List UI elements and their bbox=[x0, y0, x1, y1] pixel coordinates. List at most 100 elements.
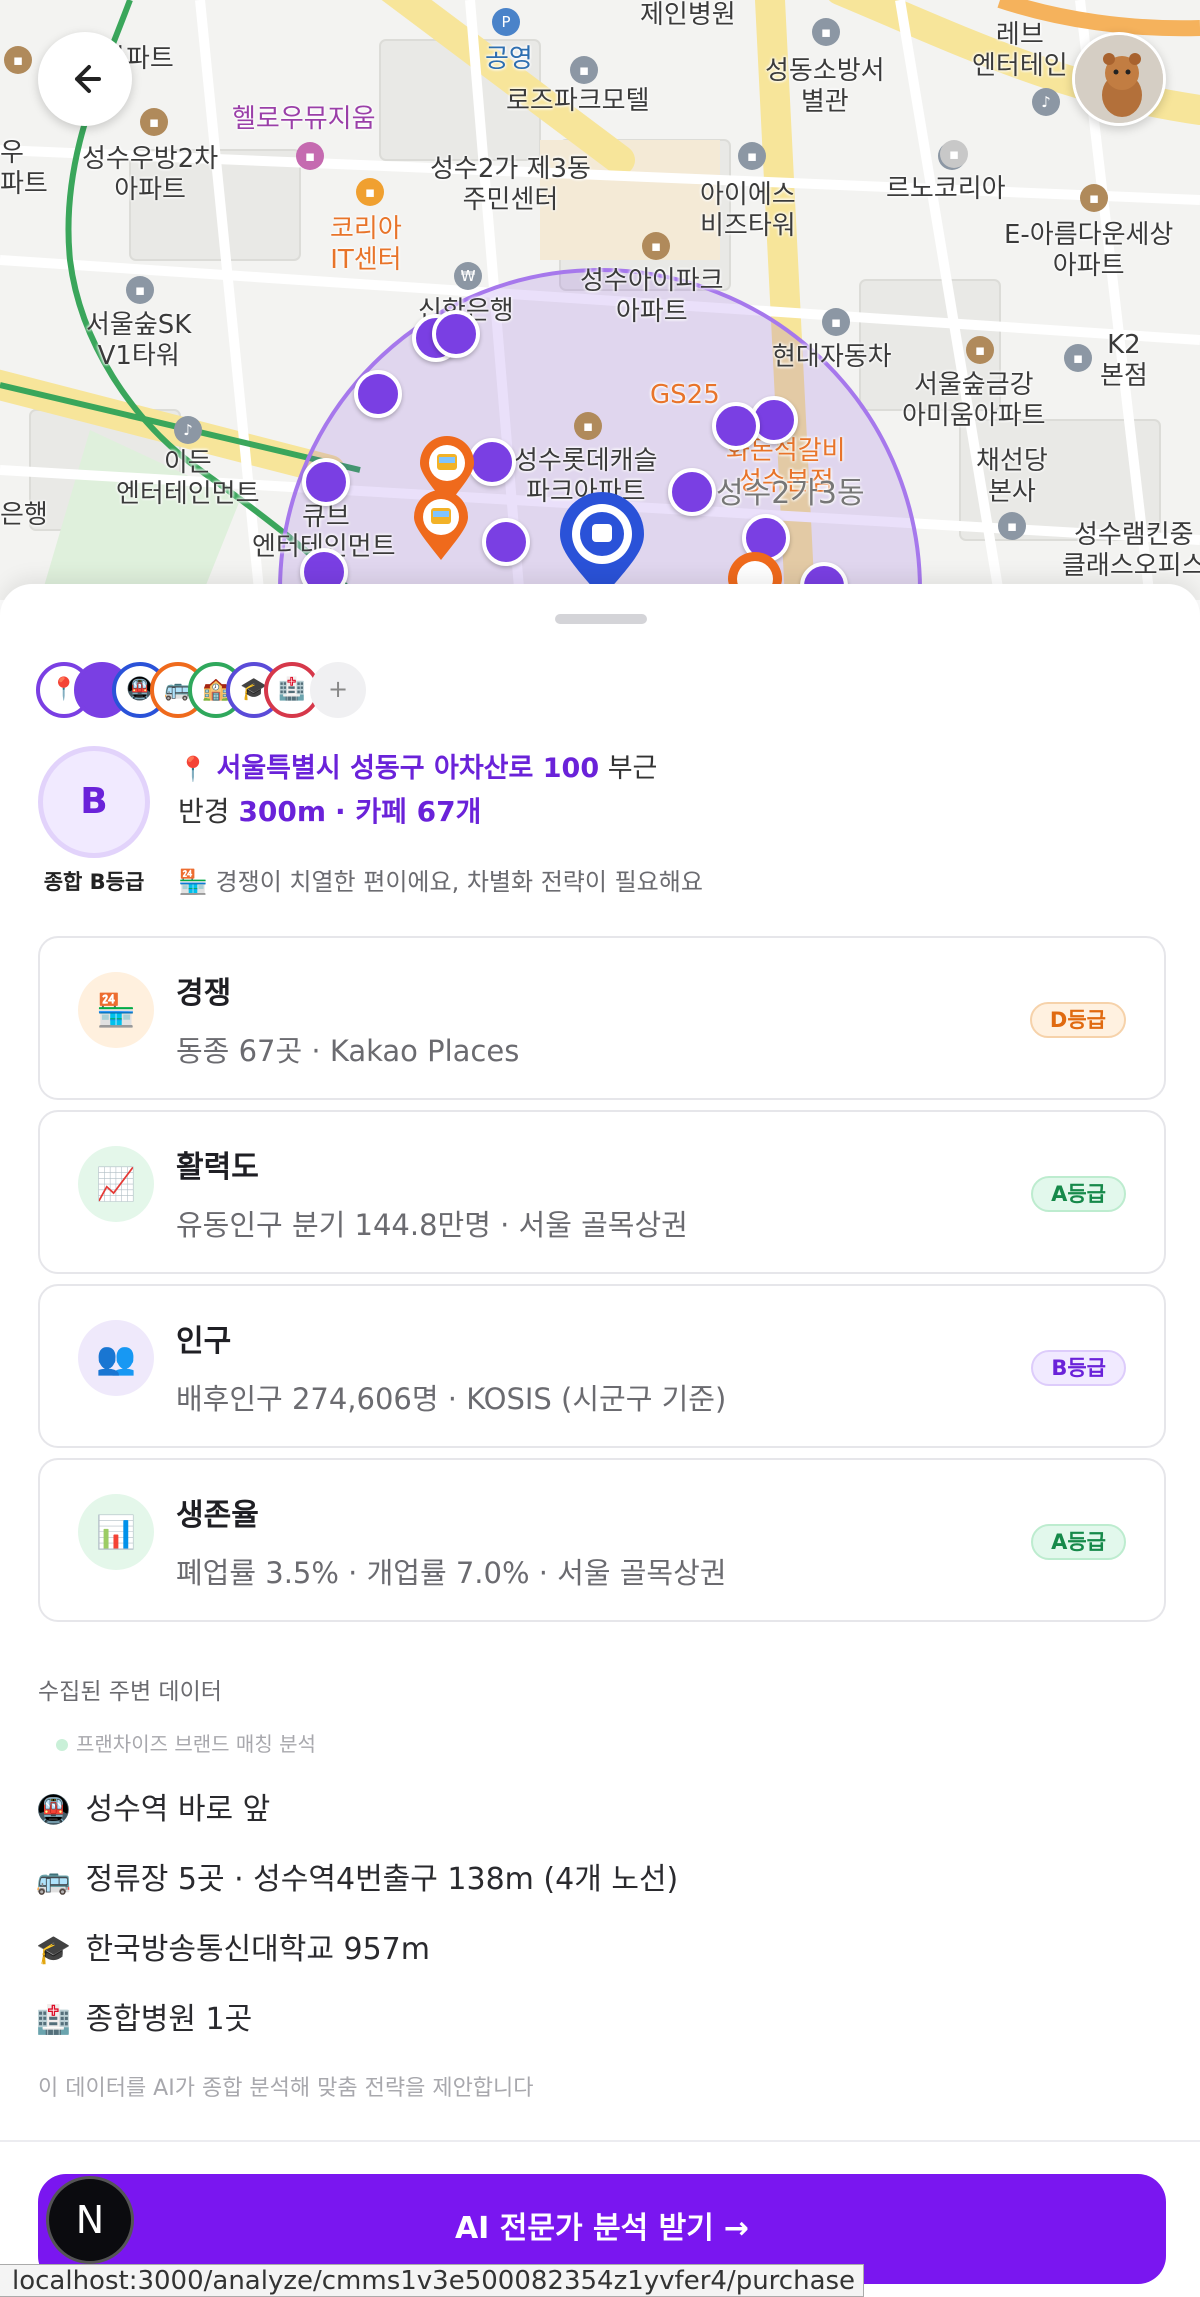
subtitle-text: 프랜차이즈 브랜드 매칭 분석 bbox=[76, 1732, 316, 1756]
analysis-note: 이 데이터를 AI가 종합 분석해 맞춤 전략을 제안합니다 bbox=[38, 2076, 534, 2101]
apartment-poi-icon[interactable]: ▪ bbox=[4, 46, 32, 74]
map-label-chaesun: 채선당 본사 bbox=[976, 446, 1048, 507]
bank-poi-icon[interactable]: ₩ bbox=[454, 262, 482, 290]
address-suffix: 부근 bbox=[607, 753, 658, 784]
people-icon: 👥 bbox=[78, 1320, 154, 1396]
status-bar-url: localhost:3000/analyze/cmms1v3e500082354… bbox=[0, 2264, 865, 2297]
divider bbox=[0, 2140, 1200, 2142]
car-poi-icon[interactable]: ▪ bbox=[822, 308, 850, 336]
map-label-community: 성수2가 제3동 주민센터 bbox=[430, 154, 591, 215]
sheet-drag-handle[interactable] bbox=[555, 614, 647, 624]
office-poi-icon[interactable]: ▪ bbox=[998, 512, 1026, 540]
map-label-ramkin: 성수램킨중 클래스오피스 bbox=[1062, 520, 1200, 581]
map-label-renokorea: 르노코리아 bbox=[886, 174, 1006, 204]
card-title: 인구 bbox=[176, 1324, 232, 1359]
score-card-vitality[interactable]: 📈 활력도 유동인구 분기 144.8만명 · 서울 골목상권 A등급 bbox=[38, 1110, 1166, 1274]
back-button[interactable] bbox=[38, 32, 132, 126]
more-layers-button[interactable]: + bbox=[310, 662, 366, 718]
fact-text: 한국방송통신대학교 957m bbox=[85, 1932, 430, 1967]
card-subtitle: 폐업률 3.5% · 개업률 7.0% · 서울 골목상권 bbox=[176, 1556, 727, 1590]
map-label-seongsu23: 성수2가3동 bbox=[716, 476, 865, 511]
grade-badge: B등급 bbox=[1031, 1350, 1126, 1386]
map-label-museum: 헬로우뮤지움 bbox=[232, 104, 376, 134]
apartment-poi-icon[interactable]: ▪ bbox=[1080, 184, 1108, 212]
map-label-woobang: 성수우방2차 아파트 bbox=[82, 144, 219, 205]
hotel-poi-icon[interactable]: ▪ bbox=[570, 56, 598, 84]
convenience-store-icon: 🏪 bbox=[178, 868, 208, 896]
map-label-bank: 은행 bbox=[0, 500, 48, 530]
map-label-ipark: 성수아이파크 아파트 bbox=[580, 266, 724, 327]
map-label-sk: 서울숲SK V1타워 bbox=[86, 310, 192, 371]
map-label-cube: 큐브 bbox=[302, 502, 350, 532]
apartment-poi-icon[interactable]: ▪ bbox=[574, 412, 602, 440]
grade-badge: A등급 bbox=[1031, 1176, 1126, 1212]
score-card-population[interactable]: 👥 인구 배후인구 274,606명 · KOSIS (시군구 기준) B등급 bbox=[38, 1284, 1166, 1448]
radius-value: 300m bbox=[238, 795, 327, 828]
user-avatar-button[interactable] bbox=[1072, 32, 1166, 126]
collected-data-title: 수집된 주변 데이터 bbox=[38, 1679, 222, 1705]
map-label-k2: K2 본점 bbox=[1100, 330, 1148, 391]
cafe-marker[interactable] bbox=[668, 468, 716, 516]
list-item: 🚇 성수역 바로 앞 bbox=[36, 1784, 270, 1828]
map-label-eden: 이든 엔터테인먼트 bbox=[116, 448, 260, 509]
bus-stop-marker-icon[interactable] bbox=[412, 490, 470, 562]
map-label-ies: 아이에스 비즈타워 bbox=[700, 180, 796, 241]
card-title: 경쟁 bbox=[176, 976, 232, 1011]
graduation-cap-icon: 🎓 bbox=[36, 1933, 71, 1966]
map-label-park: 공영 bbox=[485, 44, 533, 74]
fact-text: 종합병원 1곳 bbox=[85, 2002, 253, 2037]
museum-poi-icon[interactable]: ▪ bbox=[296, 142, 324, 170]
map-view[interactable]: 제인병원 공영 로즈파크모텔 성동소방서 별관 레브 엔터테인 헬로우뮤지움 성… bbox=[0, 0, 1200, 600]
map-label-lev: 레브 엔터테인 bbox=[972, 20, 1068, 81]
map-label-ehome: E-아름다운세상 아파트 bbox=[1004, 220, 1174, 281]
cafe-marker[interactable] bbox=[432, 310, 480, 358]
cafe-marker[interactable] bbox=[302, 458, 350, 506]
map-label-annex: 성동소방서 별관 bbox=[765, 56, 885, 117]
list-item: 🚌 정류장 5곳 · 성수역4번출구 138m (4개 노선) bbox=[36, 1854, 678, 1898]
cta-label: AI 전문가 분석 받기 bbox=[454, 2211, 714, 2246]
card-title: 생존율 bbox=[176, 1498, 259, 1533]
map-label-seoulsup: 서울숲금강 아미움아파트 bbox=[902, 370, 1046, 431]
analysis-bottom-sheet: 📍 🚇 🚌 🏫 🎓 🏥 + B 종합 B등급 📍 서울특별시 성동구 아차산로 … bbox=[0, 584, 1200, 2297]
score-card-survival[interactable]: 📊 생존율 폐업률 3.5% · 개업률 7.0% · 서울 골목상권 A등급 bbox=[38, 1458, 1166, 1622]
place-poi-icon[interactable]: ▪ bbox=[940, 140, 968, 168]
card-subtitle: 유동인구 분기 144.8만명 · 서울 골목상권 bbox=[176, 1208, 688, 1242]
cafe-marker[interactable] bbox=[712, 402, 760, 450]
tip-text: 경쟁이 치열한 편이에요, 차별화 전략이 필요해요 bbox=[215, 868, 703, 896]
office-poi-icon[interactable]: ▪ bbox=[738, 142, 766, 170]
cafe-marker[interactable] bbox=[354, 370, 402, 418]
subway-icon: 🚇 bbox=[36, 1793, 71, 1826]
trend-chart-icon: 📈 bbox=[78, 1146, 154, 1222]
music-poi-icon[interactable]: ♪ bbox=[174, 416, 202, 444]
office-poi-icon[interactable]: ▪ bbox=[1064, 344, 1092, 372]
bar-chart-icon: 📊 bbox=[78, 1494, 154, 1570]
map-label-hospital: 제인병원 bbox=[640, 0, 736, 30]
cafe-marker[interactable] bbox=[482, 518, 530, 566]
music-poi-icon[interactable]: ♪ bbox=[1032, 88, 1060, 116]
map-layer-icon-stack[interactable]: 📍 🚇 🚌 🏫 🎓 🏥 + bbox=[36, 662, 376, 722]
overall-grade-badge: B bbox=[38, 746, 150, 858]
convenience-store-icon: 🏪 bbox=[78, 972, 154, 1048]
status-dot-icon bbox=[56, 1739, 68, 1751]
address-text: 서울특별시 성동구 아차산로 100 bbox=[216, 753, 600, 784]
list-item: 🏥 종합병원 1곳 bbox=[36, 1994, 252, 2038]
location-pin-icon: 📍 bbox=[178, 755, 208, 783]
n-logo-icon[interactable]: N bbox=[46, 2176, 134, 2264]
building-poi-icon[interactable]: ▪ bbox=[356, 178, 384, 206]
office-poi-icon[interactable]: ▪ bbox=[126, 276, 154, 304]
apartment-poi-icon[interactable]: ▪ bbox=[966, 336, 994, 364]
fact-text: 성수역 바로 앞 bbox=[85, 1792, 271, 1827]
radius-prefix: 반경 bbox=[178, 795, 230, 828]
grade-badge: A등급 bbox=[1031, 1524, 1126, 1560]
apartment-poi-icon[interactable]: ▪ bbox=[140, 108, 168, 136]
radius-line: 반경 300m · 카페 67개 bbox=[178, 795, 482, 828]
firestation-poi-icon[interactable]: ▪ bbox=[812, 18, 840, 46]
overall-grade-caption: 종합 B등급 bbox=[43, 870, 145, 894]
bus-icon: 🚌 bbox=[36, 1863, 71, 1896]
map-label-gs25: GS25 bbox=[650, 380, 720, 410]
parking-poi-icon[interactable]: P bbox=[492, 8, 520, 36]
hospital-icon: 🏥 bbox=[36, 2003, 71, 2036]
fact-text: 정류장 5곳 · 성수역4번출구 138m (4개 노선) bbox=[85, 1862, 679, 1897]
apartment-poi-icon[interactable]: ▪ bbox=[642, 232, 670, 260]
score-card-competition[interactable]: 🏪 경쟁 동종 67곳 · Kakao Places D등급 bbox=[38, 936, 1166, 1100]
